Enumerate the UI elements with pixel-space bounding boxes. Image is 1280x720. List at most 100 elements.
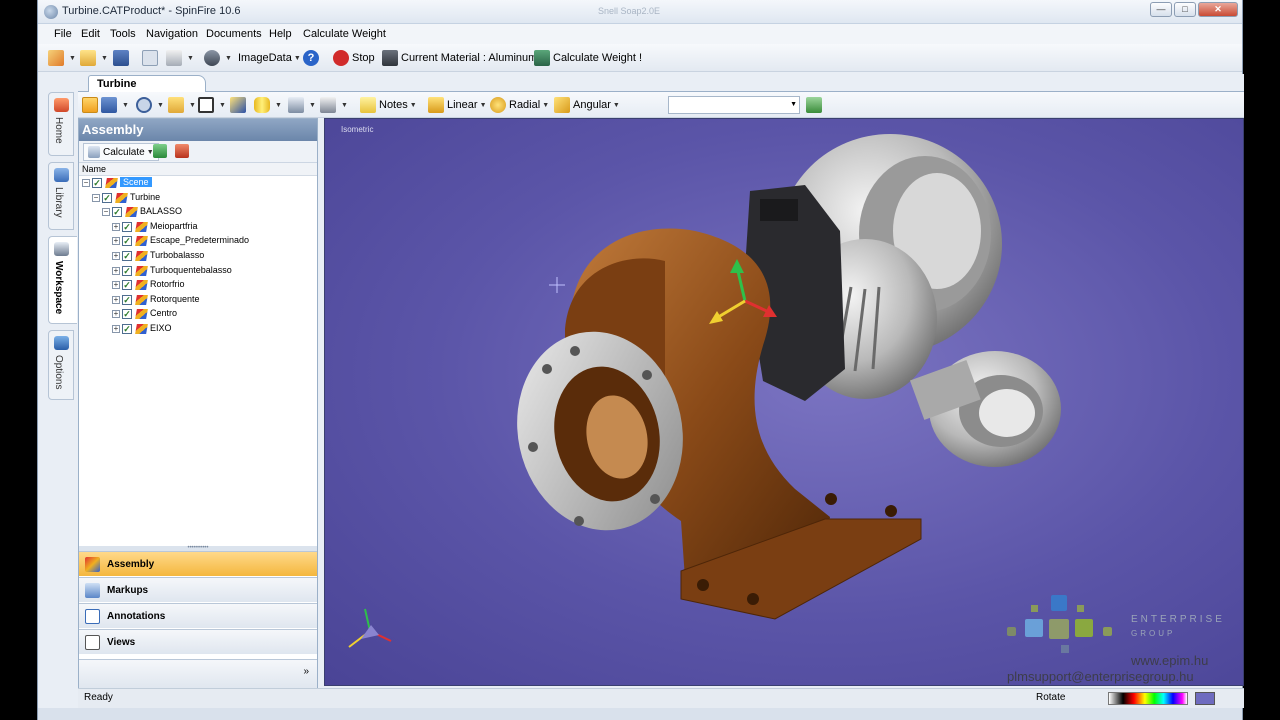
visibility-checkbox[interactable]: ✓ — [102, 192, 112, 203]
background-color-swatch[interactable] — [1195, 692, 1215, 705]
tree-row[interactable]: + ✓ Turbobalasso — [79, 249, 317, 264]
ghost-title: Snell Soap2.0E — [598, 6, 661, 16]
report-icon[interactable] — [175, 144, 189, 158]
tree-row[interactable]: + ✓ EIXO — [79, 322, 317, 337]
nav-annotations[interactable]: Annotations — [79, 603, 317, 628]
visibility-checkbox[interactable]: ✓ — [112, 207, 122, 218]
explode-button[interactable]: ▼ — [288, 96, 316, 114]
cylinder-icon — [254, 97, 270, 113]
cube-icon — [230, 97, 246, 113]
visibility-checkbox[interactable]: ✓ — [122, 309, 132, 320]
maximize-button[interactable]: □ — [1174, 2, 1196, 17]
tree-expander-icon[interactable]: − — [102, 208, 110, 217]
visibility-checkbox[interactable]: ✓ — [122, 250, 132, 261]
side-tab-workspace[interactable]: Workspace — [48, 236, 77, 324]
open-button[interactable]: ▼ — [80, 49, 108, 67]
visibility-checkbox[interactable]: ✓ — [122, 323, 132, 334]
close-button[interactable]: ✕ — [1198, 2, 1238, 17]
email-button[interactable] — [142, 49, 161, 67]
cylinder-button[interactable]: ▼ — [254, 96, 282, 114]
side-tab-library[interactable]: Library — [48, 162, 74, 230]
visibility-checkbox[interactable]: ✓ — [122, 236, 132, 247]
color-spectrum[interactable] — [1108, 692, 1188, 705]
nav-overflow-button[interactable]: » — [79, 659, 317, 689]
menu-navigation[interactable]: Navigation — [146, 28, 198, 40]
save-button[interactable] — [113, 49, 132, 67]
menu-tools[interactable]: Tools — [110, 28, 136, 40]
tree-expander-icon[interactable]: + — [112, 222, 120, 231]
nav-assembly[interactable]: Assembly — [79, 551, 317, 576]
measure-combo[interactable]: ▼ — [668, 96, 800, 114]
tree-row[interactable]: − ✓ BALASSO — [79, 205, 317, 220]
axis-indicator-icon — [348, 608, 392, 648]
menu-calculate-weight[interactable]: Calculate Weight — [303, 28, 386, 40]
tree-row[interactable]: + ✓ Escape_Predeterminado — [79, 234, 317, 249]
tree-expander-icon[interactable]: + — [112, 295, 120, 304]
cube-view-button[interactable] — [230, 96, 249, 114]
current-material-button[interactable]: Current Material : Aluminum — [382, 49, 537, 67]
calculate-weight-button[interactable]: Calculate Weight ! — [534, 49, 642, 67]
tree-row[interactable]: − ✓ Scene — [79, 176, 317, 191]
notes-button[interactable]: Notes ▼ — [360, 96, 417, 114]
linear-label: Linear — [447, 99, 478, 111]
column-header-name[interactable]: Name — [79, 163, 317, 176]
tree-expander-icon[interactable]: + — [112, 281, 120, 290]
section-button[interactable]: ▼ — [320, 96, 348, 114]
angular-measure-button[interactable]: Angular ▼ — [554, 96, 620, 114]
stop-label: Stop — [352, 52, 375, 64]
visibility-checkbox[interactable]: ✓ — [122, 221, 132, 232]
turbocharger-model[interactable] — [325, 119, 1244, 686]
tree-row[interactable]: + ✓ Meiopartfria — [79, 220, 317, 235]
part-icon — [135, 236, 148, 247]
menu-help[interactable]: Help — [269, 28, 292, 40]
crosshair-cursor-icon — [549, 277, 565, 293]
tree-row[interactable]: + ✓ Turboquentebalasso — [79, 264, 317, 279]
3d-viewport[interactable]: Isometric ENTERPRISE GROUP www.epim.hu p… — [324, 118, 1244, 686]
save-icon — [113, 50, 129, 66]
zoom-button[interactable]: ▼ — [136, 96, 164, 114]
add-measure-button[interactable] — [806, 96, 825, 114]
imagedata-button[interactable]: ImageData ▼ — [238, 49, 301, 67]
stop-button[interactable]: Stop — [333, 49, 375, 67]
layout-button[interactable]: ▼ — [198, 96, 226, 114]
tree-expander-icon[interactable]: + — [112, 237, 120, 246]
nav-views[interactable]: Views — [79, 629, 317, 654]
tree-row[interactable]: + ✓ Rotorfrio — [79, 278, 317, 293]
minimize-button[interactable]: — — [1150, 2, 1172, 17]
side-tab-home[interactable]: Home — [48, 92, 74, 156]
tree-expander-icon[interactable]: + — [112, 310, 120, 319]
calculate-button[interactable]: Calculate ▼ — [83, 143, 159, 161]
fit-view-button[interactable]: ▼ — [168, 96, 196, 114]
menu-documents[interactable]: Documents — [206, 28, 262, 40]
camera-button[interactable]: ▼ — [204, 49, 232, 67]
tree-row[interactable]: + ✓ Rotorquente — [79, 293, 317, 308]
tree-expander-icon[interactable]: + — [112, 266, 120, 275]
menu-edit[interactable]: Edit — [81, 28, 100, 40]
current-material-label: Current Material : Aluminum — [401, 52, 538, 64]
tab-turbine[interactable]: Turbine — [88, 75, 206, 92]
print-button[interactable]: ▼ — [166, 49, 194, 67]
nav-markups[interactable]: Markups — [79, 577, 317, 602]
side-tab-options[interactable]: Options — [48, 330, 74, 400]
help-button[interactable]: ? — [303, 49, 322, 67]
tree-row[interactable]: − ✓ Turbine — [79, 191, 317, 206]
menu-file[interactable]: File — [54, 28, 72, 40]
tree-expander-icon[interactable]: − — [92, 193, 100, 202]
tree-expander-icon[interactable]: + — [112, 324, 120, 333]
visibility-checkbox[interactable]: ✓ — [122, 280, 132, 291]
visibility-checkbox[interactable]: ✓ — [92, 178, 102, 188]
chevron-down-icon: ▼ — [790, 101, 797, 108]
part-icon — [125, 207, 138, 218]
panel-title: Assembly — [79, 119, 317, 141]
export-icon[interactable] — [153, 144, 167, 158]
tree-row[interactable]: + ✓ Centro — [79, 307, 317, 322]
tree-expander-icon[interactable]: − — [82, 179, 90, 187]
visibility-checkbox[interactable]: ✓ — [122, 294, 132, 305]
tree-item-label: Turbobalasso — [150, 249, 205, 260]
visibility-checkbox[interactable]: ✓ — [122, 265, 132, 276]
tree-expander-icon[interactable]: + — [112, 251, 120, 260]
linear-measure-button[interactable]: Linear ▼ — [428, 96, 487, 114]
new-button[interactable]: ▼ — [48, 49, 76, 67]
radial-measure-button[interactable]: Radial ▼ — [490, 96, 549, 114]
select-tool-button[interactable]: ▼ — [82, 96, 129, 114]
